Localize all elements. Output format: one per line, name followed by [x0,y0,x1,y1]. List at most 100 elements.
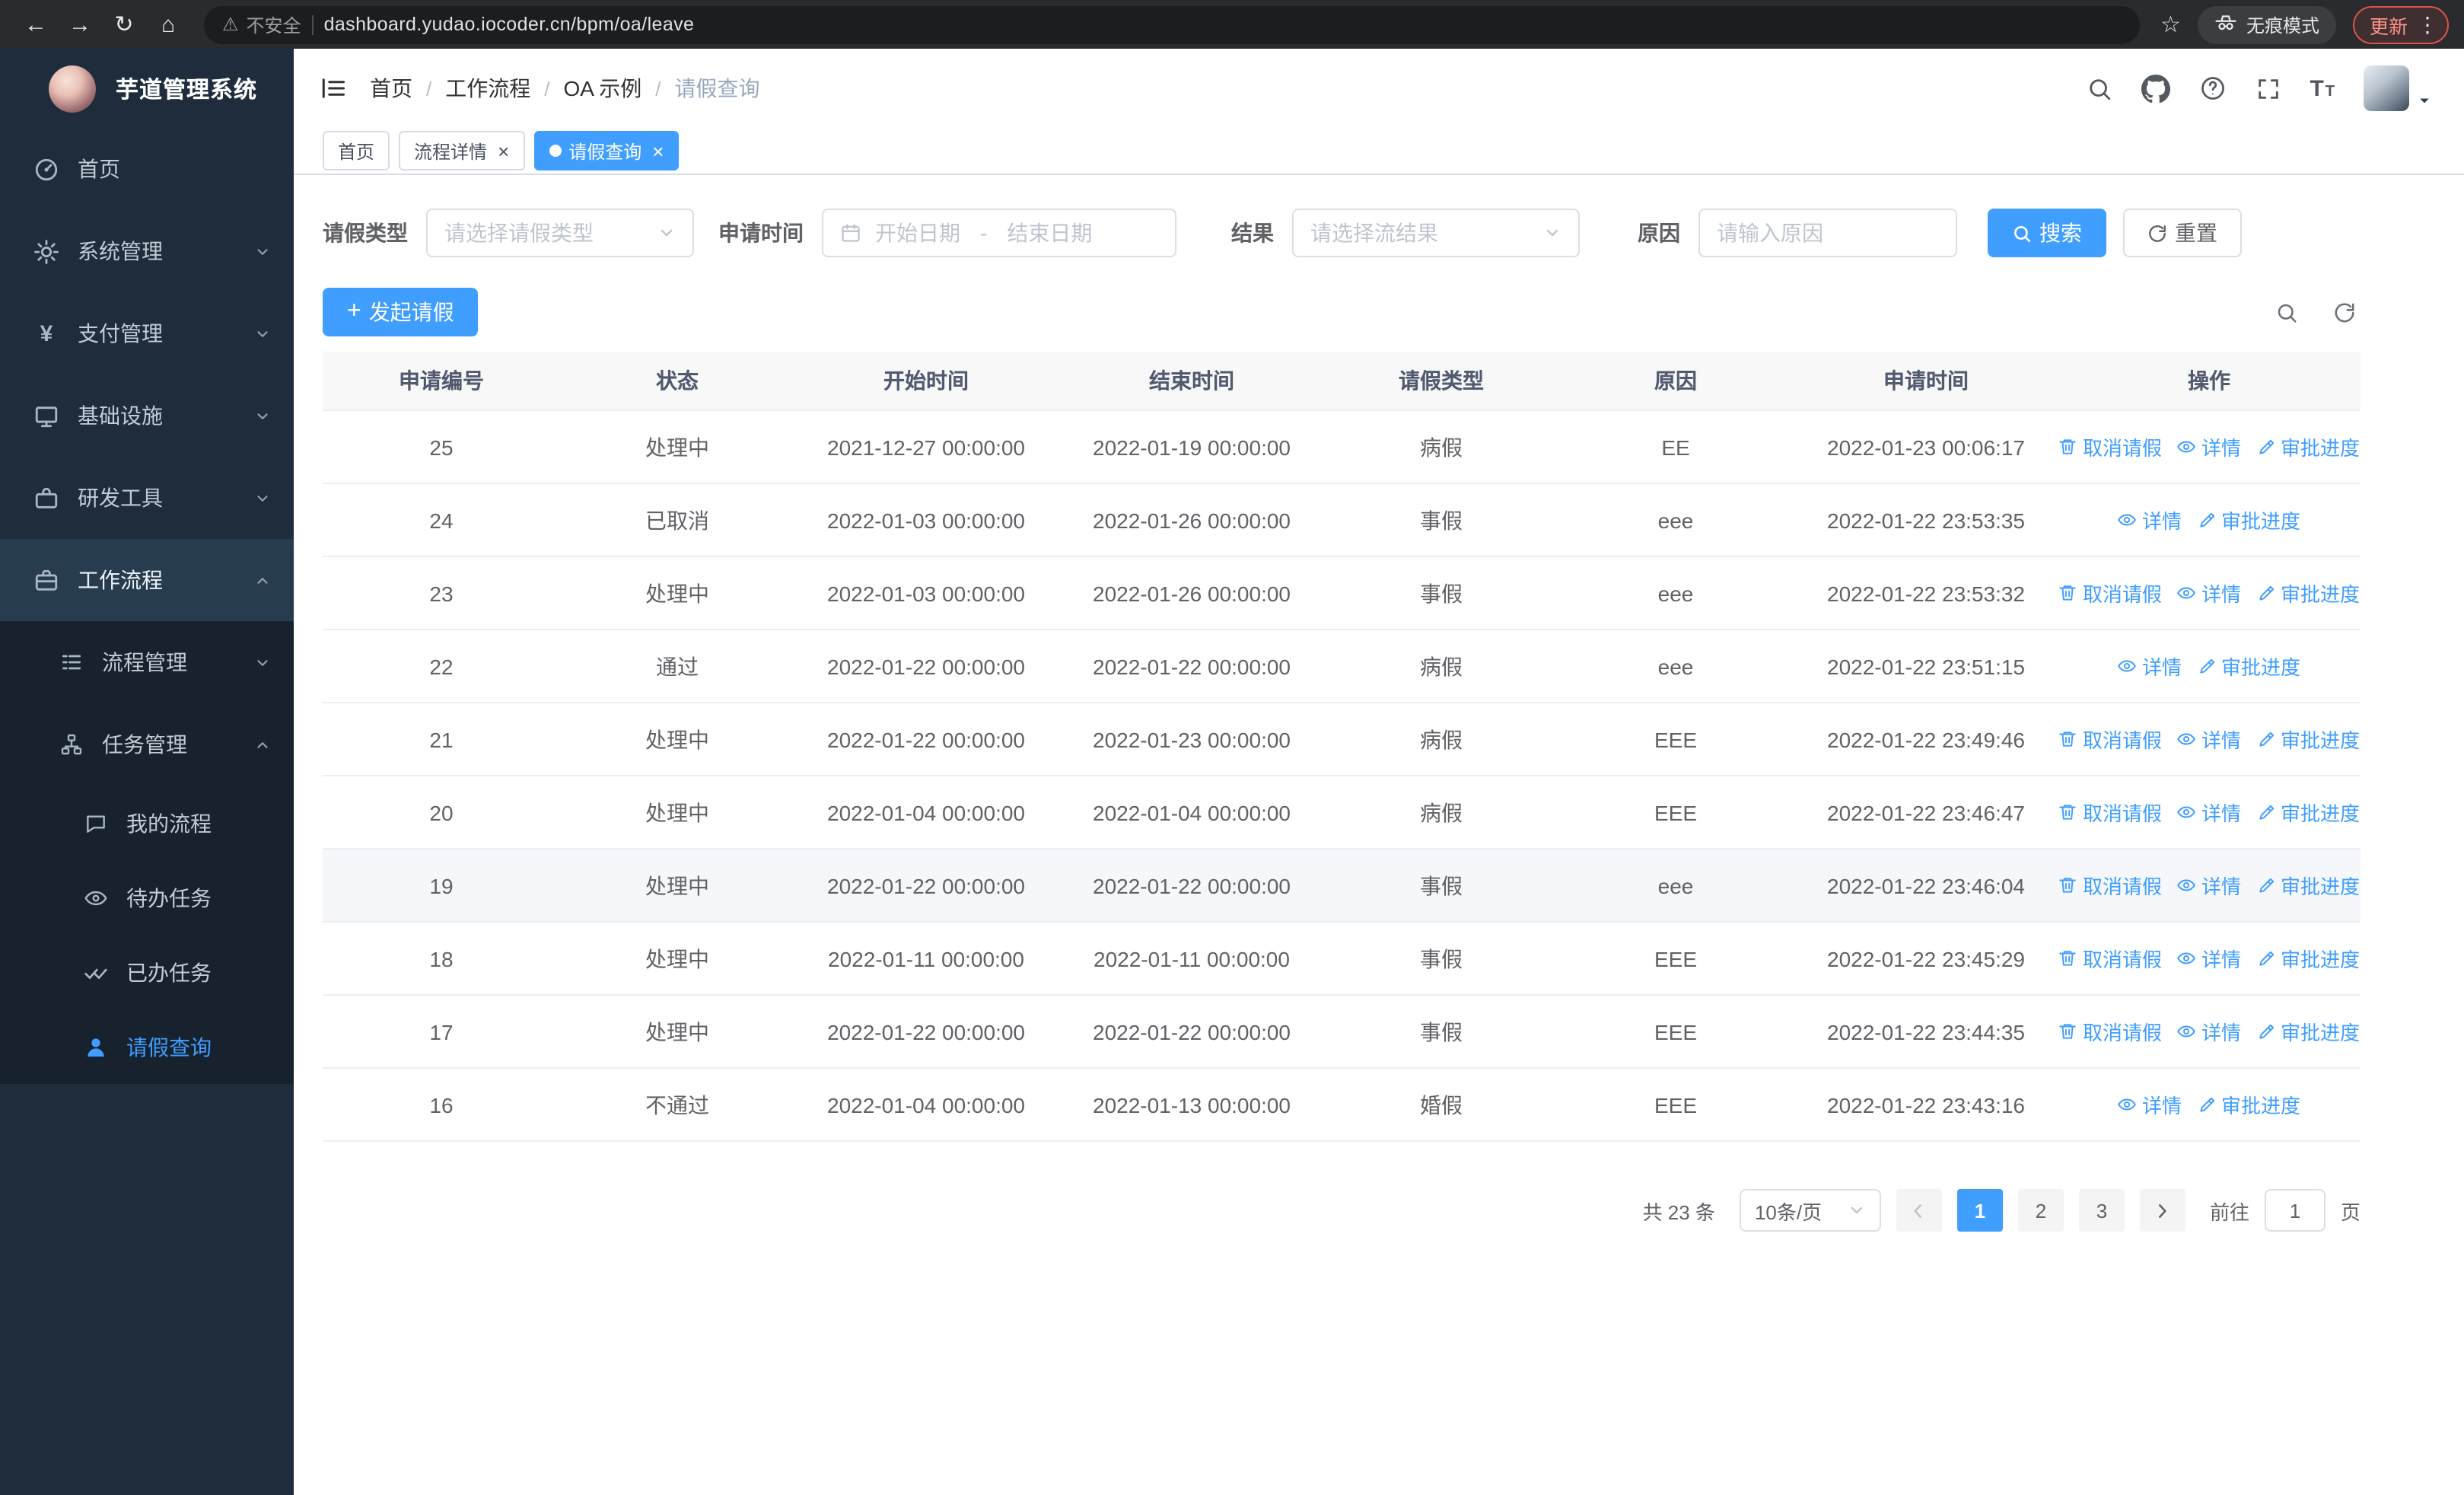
result-select[interactable]: 请选择流结果 [1292,209,1580,257]
font-size-icon[interactable]: TT [2310,75,2335,101]
sidebar: 芋道管理系统 首页 系统管理 ¥ 支付管理 基础设施 研发工具 工作流程 流程管理任务管理我的… [0,49,294,1495]
column-header-1: 状态 [656,368,699,393]
action-cancel-link[interactable]: 取消请假 [2058,798,2162,827]
breadcrumb-item-2[interactable]: OA 示例 [564,73,642,104]
action-cancel-link[interactable]: 取消请假 [2058,432,2162,461]
search-toggle-icon[interactable] [2275,301,2298,324]
create-leave-button[interactable]: + 发起请假 [323,288,479,336]
action-detail-link[interactable]: 详情 [2177,432,2241,461]
apply-time-range-picker[interactable]: 开始日期 - 结束日期 [822,209,1176,257]
fullscreen-icon[interactable] [2255,75,2281,101]
action-progress-link[interactable]: 审批进度 [2256,944,2360,973]
cell-end: 2022-01-26 00:00:00 [1093,508,1291,532]
sidebar-item-my-process[interactable]: 我的流程 [0,786,294,860]
update-button[interactable]: 更新 ⋮ [2352,5,2449,43]
action-detail-link[interactable]: 详情 [2177,725,2241,754]
cell-reason: EEE [1654,1019,1697,1044]
app-logo[interactable]: 芋道管理系统 [0,49,294,128]
sidebar-item-leave-query[interactable]: 请假查询 [0,1009,294,1084]
reason-input[interactable] [1700,210,1956,256]
prev-page-button[interactable] [1896,1189,1942,1232]
action-detail-link[interactable]: 详情 [2118,505,2182,534]
action-progress-link[interactable]: 审批进度 [2256,579,2360,607]
action-progress-link[interactable]: 审批进度 [2256,871,2360,900]
reload-icon[interactable]: ↻ [103,4,145,45]
monitor-icon [32,403,61,429]
sidebar-item-infra[interactable]: 基础设施 [0,375,294,457]
sidebar-item-system[interactable]: 系统管理 [0,210,294,292]
close-icon[interactable]: × [498,141,509,161]
sidebar-item-process-mgmt[interactable]: 流程管理 [0,621,294,703]
menu-kebab-icon[interactable]: ⋮ [2415,11,2440,37]
action-detail-link[interactable]: 详情 [2118,652,2182,681]
tab-process-detail[interactable]: 流程详情 × [399,131,525,171]
sidebar-collapse-icon[interactable] [320,75,347,102]
page-size-select[interactable]: 10条/页 [1739,1189,1881,1232]
help-icon[interactable] [2198,75,2226,102]
action-detail-link[interactable]: 详情 [2177,579,2241,607]
sidebar-item-home[interactable]: 首页 [0,128,294,210]
action-progress-link[interactable]: 审批进度 [2256,725,2360,754]
sidebar-item-workflow[interactable]: 工作流程 [0,539,294,621]
goto-page-input[interactable] [2264,1189,2326,1232]
tab-leave-query[interactable]: 请假查询 × [533,131,680,171]
sidebar-item-payment[interactable]: ¥ 支付管理 [0,292,294,375]
tab-home[interactable]: 首页 [323,131,390,171]
action-detail-link[interactable]: 详情 [2177,798,2241,827]
sidebar-item-devtools[interactable]: 研发工具 [0,457,294,539]
action-progress-link[interactable]: 审批进度 [2256,432,2360,461]
action-detail-link[interactable]: 详情 [2177,871,2241,900]
cell-start: 2022-01-22 00:00:00 [827,873,1025,897]
sidebar-item-todo-task[interactable]: 待办任务 [0,860,294,935]
leave-type-select[interactable]: 请选择请假类型 [426,209,694,257]
breadcrumb-item-1[interactable]: 工作流程 [445,73,530,104]
action-progress-link[interactable]: 审批进度 [2256,1017,2360,1046]
back-icon[interactable]: ← [15,4,56,45]
main-area: 首页 / 工作流程 / OA 示例 / 请假查询 TT 首页 流程详情 × 请假… [294,49,2464,1495]
next-page-button[interactable] [2139,1189,2185,1232]
edit-icon [2256,948,2276,968]
breadcrumb-item-0[interactable]: 首页 [370,73,412,104]
action-cancel-link[interactable]: 取消请假 [2058,871,2162,900]
github-icon[interactable] [2141,74,2170,103]
page-button-3[interactable]: 3 [2078,1189,2125,1232]
action-progress-link[interactable]: 审批进度 [2197,652,2300,681]
table-row: 18 处理中 2022-01-11 00:00:00 2022-01-11 00:00… [323,923,2361,996]
cell-type: 事假 [1420,873,1463,897]
action-label: 审批进度 [2281,875,2361,898]
forward-icon[interactable]: → [59,4,100,45]
browser-chrome: ← → ↻ ⌂ ⚠ 不安全 dashboard.yudao.iocoder.cn… [0,0,2464,49]
table-row: 22 通过 2022-01-22 00:00:00 2022-01-22 00:00:… [323,630,2361,703]
cell-type: 病假 [1420,435,1463,459]
action-cancel-link[interactable]: 取消请假 [2058,579,2162,607]
sidebar-item-done-task[interactable]: 已办任务 [0,935,294,1009]
sidebar-item-label: 任务管理 [102,732,187,757]
action-progress-link[interactable]: 审批进度 [2197,1090,2300,1119]
action-detail-link[interactable]: 详情 [2177,1017,2241,1046]
user-menu[interactable] [2364,65,2432,111]
search-icon[interactable] [2086,75,2112,101]
breadcrumb: 首页 / 工作流程 / OA 示例 / 请假查询 [370,73,759,104]
action-cancel-link[interactable]: 取消请假 [2058,1017,2162,1046]
action-detail-link[interactable]: 详情 [2177,944,2241,973]
refresh-table-icon[interactable] [2333,301,2356,324]
action-progress-link[interactable]: 审批进度 [2197,505,2300,534]
bookmark-star-icon[interactable]: ☆ [2160,11,2181,38]
pagination: 共 23 条 10条/页 123 前往 1 页 [323,1189,2361,1232]
action-cancel-link[interactable]: 取消请假 [2058,944,2162,973]
close-icon[interactable]: × [652,141,664,161]
page-button-1[interactable]: 1 [1956,1189,2003,1232]
search-button[interactable]: 搜索 [1988,209,2106,257]
cell-reason: EEE [1654,946,1697,971]
action-cancel-link[interactable]: 取消请假 [2058,725,2162,754]
security-chip[interactable]: ⚠ 不安全 [222,11,301,37]
sidebar-item-task-mgmt[interactable]: 任务管理 [0,703,294,786]
home-icon[interactable]: ⌂ [148,4,189,45]
action-progress-link[interactable]: 审批进度 [2256,798,2360,827]
reset-button[interactable]: 重置 [2123,209,2242,257]
action-detail-link[interactable]: 详情 [2118,1090,2182,1119]
page-button-2[interactable]: 2 [2017,1189,2064,1232]
cell-actions: 取消请假 详情 审批进度 [2058,557,2361,629]
address-bar[interactable]: ⚠ 不安全 dashboard.yudao.iocoder.cn/bpm/oa/… [204,5,2140,43]
action-label: 取消请假 [2082,875,2162,898]
